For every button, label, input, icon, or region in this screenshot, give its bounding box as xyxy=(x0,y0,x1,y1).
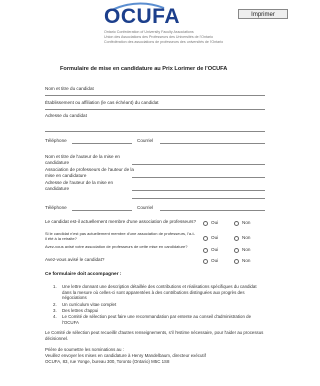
send-line-3: OCUFA, 83, rue Yonge, bureau 300, Toront… xyxy=(45,359,170,364)
org-line-3: Confédération des associations de profes… xyxy=(104,40,224,44)
question-1-yes-label: Oui xyxy=(211,220,219,225)
etablissement-field[interactable] xyxy=(45,109,265,110)
question-3: Avez-vous avisé votre association de pro… xyxy=(45,244,188,249)
telephone-label: Téléphone xyxy=(45,138,67,143)
auteur-field[interactable] xyxy=(132,164,265,165)
docs-item-1: Une lettre donnant une description détai… xyxy=(62,284,257,301)
question-2-yes-label: Oui xyxy=(211,235,219,240)
question-1: Le candidat est-il actuellement membre d… xyxy=(45,219,197,224)
adresse-auteur-field[interactable] xyxy=(132,190,265,191)
etablissement-label: Établissement ou affiliation (le cas éch… xyxy=(45,100,159,105)
association-label-2: mise en candidature xyxy=(45,173,87,178)
courriel-field[interactable] xyxy=(160,143,265,144)
send-line-1: Prière de soumettre les nominations au : xyxy=(45,347,124,352)
nom-label: Nom et titre du candidat xyxy=(45,86,94,91)
ocufa-logo: OCUFA xyxy=(104,5,180,28)
courriel2-field[interactable] xyxy=(160,210,265,211)
org-line-2: Union des Associations des Professeurs d… xyxy=(104,35,213,39)
docs-item-1-number: 1. xyxy=(53,284,57,289)
docs-item-4-number: 4. xyxy=(53,314,57,319)
adresse-auteur-label-2: candidature xyxy=(45,186,70,191)
question-4-yes-label: Oui xyxy=(211,258,219,263)
question-3-yes-radio[interactable] xyxy=(203,248,208,253)
courriel-label: Courriel xyxy=(137,138,154,143)
question-2-no-radio[interactable] xyxy=(234,236,239,241)
question-4-no-radio[interactable] xyxy=(234,259,239,264)
question-1-no-label: Non xyxy=(242,220,251,225)
adresse-field[interactable] xyxy=(45,131,265,132)
question-3-no-radio[interactable] xyxy=(234,248,239,253)
question-1-no-radio[interactable] xyxy=(234,221,239,226)
adresse-label: Adresse du candidat xyxy=(45,113,87,118)
nom-field[interactable] xyxy=(45,95,265,96)
question-4-no-label: Non xyxy=(242,258,251,263)
docs-item-3: Des lettres d'appui xyxy=(62,308,99,313)
send-line-2: Veuillez envoyer les mises en candidatur… xyxy=(45,353,206,358)
question-2-yes-radio[interactable] xyxy=(203,236,208,241)
adresse-auteur-field-2[interactable] xyxy=(132,198,265,199)
association-field[interactable] xyxy=(132,177,265,178)
telephone-field[interactable] xyxy=(72,143,132,144)
question-3-no-label: Non xyxy=(242,247,251,252)
docs-item-2-number: 2. xyxy=(53,302,57,307)
docs-item-3-number: 3. xyxy=(53,308,57,313)
question-2: Si le candidat n'est pas actuellement me… xyxy=(45,231,195,241)
question-3-yes-label: Oui xyxy=(211,247,219,252)
docs-item-2: Un curriculum vitae complet xyxy=(62,302,117,307)
telephone2-label: Téléphone xyxy=(45,205,67,210)
docs-item-4: Le Comité de sélection peut faire une re… xyxy=(62,314,252,325)
committee-note: Le Comité de sélection peut recueillir d… xyxy=(45,330,264,341)
auteur-label-2: candidature xyxy=(45,160,70,165)
print-button[interactable]: Imprimer xyxy=(238,9,288,19)
form-title: Formulaire de mise en candidature au Pri… xyxy=(60,66,228,72)
docs-heading: Ce formulaire doit accompagner : xyxy=(45,272,122,277)
courriel2-label: Courriel xyxy=(137,205,154,210)
question-1-yes-radio[interactable] xyxy=(203,221,208,226)
org-line-1: Ontario Confederation of University Facu… xyxy=(104,30,194,34)
question-4-yes-radio[interactable] xyxy=(203,259,208,264)
question-4: Avez-vous avisé le candidat? xyxy=(45,257,105,262)
telephone2-field[interactable] xyxy=(72,210,132,211)
question-2-no-label: Non xyxy=(242,235,251,240)
